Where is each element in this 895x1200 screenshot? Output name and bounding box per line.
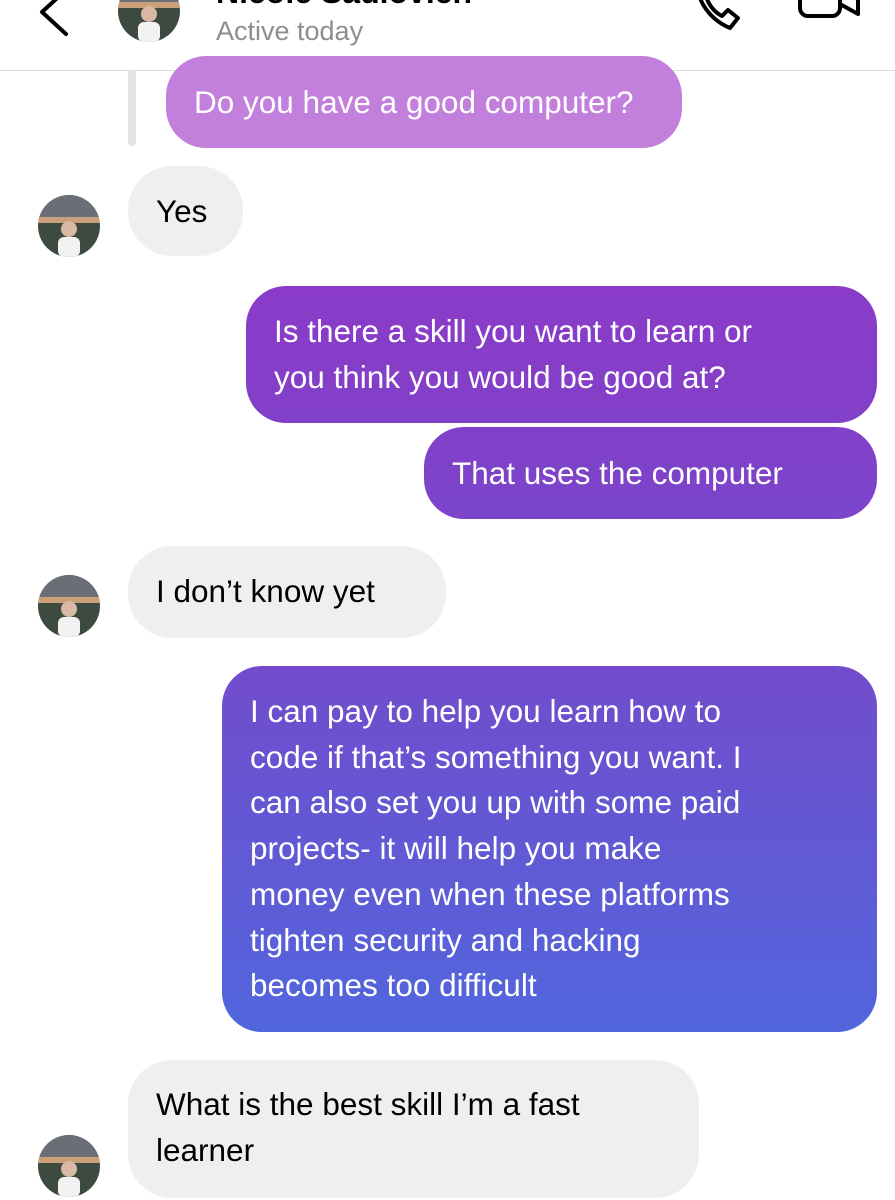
chevron-left-icon (40, 0, 68, 36)
call-button[interactable] (688, 0, 748, 34)
active-status: Active today (216, 16, 364, 46)
message-bubble-outgoing[interactable]: Is there a skill you want to learn or yo… (246, 286, 877, 423)
message-line: money even when these platforms (250, 875, 730, 912)
message-text: That uses the computer (452, 455, 783, 491)
message-line: you think you would be good at? (274, 359, 726, 395)
message-line: becomes too difficult (250, 967, 537, 1004)
message-line: I can pay to help you learn how to (250, 693, 722, 729)
message-bubble-incoming[interactable]: Yes (128, 166, 243, 256)
message-text: I don’t know yet (156, 573, 375, 609)
reply-indicator-bar (128, 70, 136, 146)
back-button[interactable] (28, 0, 88, 42)
phone-icon (698, 0, 740, 30)
message-line: What is the best skill I’m a fast (156, 1086, 580, 1122)
quoted-message-text: Do you have a good computer? (194, 84, 634, 120)
contact-avatar[interactable] (118, 0, 180, 42)
message-line: Is there a skill you want to learn or (274, 313, 752, 349)
message-line: tighten security and hacking (250, 921, 641, 958)
message-bubble-incoming[interactable]: I don’t know yet (128, 546, 446, 638)
contact-name[interactable]: Nicole Sadlovich (216, 0, 472, 11)
message-text: Yes (156, 193, 208, 229)
message-line: projects- it will help you make (250, 830, 662, 867)
video-camera-icon (798, 0, 860, 18)
sender-avatar[interactable] (38, 575, 100, 637)
quoted-message-bubble[interactable]: Do you have a good computer? (166, 56, 682, 148)
video-call-button[interactable] (796, 0, 864, 34)
message-line: code if that’s something you want. I (250, 738, 742, 775)
message-bubble-outgoing[interactable]: I can pay to help you learn how to code … (222, 666, 877, 1032)
sender-avatar[interactable] (38, 195, 100, 257)
message-bubble-outgoing[interactable]: That uses the computer (424, 427, 877, 519)
sender-avatar[interactable] (38, 1135, 100, 1197)
message-line: learner (156, 1132, 255, 1168)
message-line: can also set you up with some paid (250, 784, 741, 821)
message-bubble-incoming[interactable]: What is the best skill I’m a fast learne… (128, 1060, 699, 1198)
